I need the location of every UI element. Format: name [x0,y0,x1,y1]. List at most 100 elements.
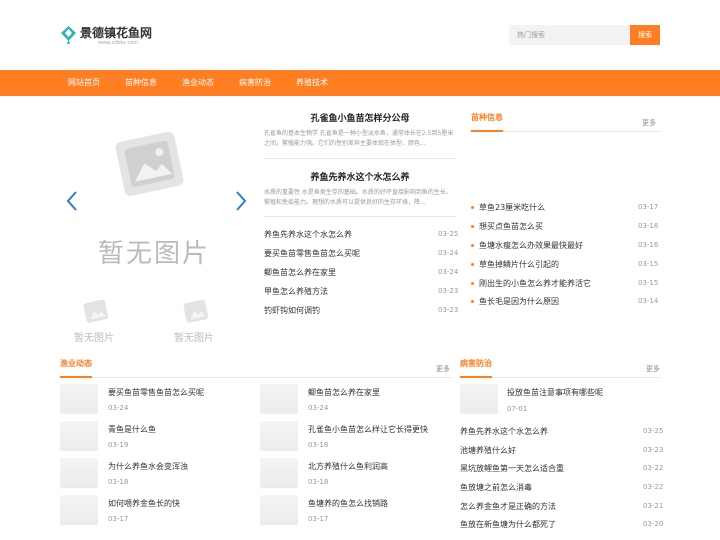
divider [264,216,456,217]
miao-item[interactable]: 鱼长毛是因为什么原因 [479,296,629,307]
yuye-item[interactable]: 孔雀鱼小鱼苗怎么样让它长得更快 [308,424,452,435]
bing-date: 03-22 [643,464,664,472]
bing-date: 03-20 [643,520,664,528]
miao-date: 03-14 [638,297,659,305]
section-underline [460,376,492,378]
center-list-date: 03-23 [438,287,459,295]
yuye-date: 03-18 [308,441,329,449]
bing-item[interactable]: 养鱼先养水这个水怎么养 [460,426,630,437]
yuye-date: 03-19 [108,441,129,449]
bing-date: 03-23 [643,446,664,454]
bing-item[interactable]: 鱼放在新鱼塘为什么都死了 [460,519,630,530]
miao-item[interactable]: 草鱼23厘米吃什么 [479,202,629,213]
bing-date: 03-25 [643,427,664,435]
news-thumbnail[interactable] [260,384,298,414]
news-thumbnail[interactable] [460,384,498,414]
divider [60,377,452,378]
section-title-binghai[interactable]: 病害防治 [460,358,492,369]
miao-date: 03-16 [638,222,659,230]
site-logo-title[interactable]: 景德镇花鱼网 [80,24,152,41]
yuye-item[interactable]: 如何喂养金鱼长的快 [108,498,248,509]
more-link[interactable]: 更多 [436,364,450,374]
more-link[interactable]: 更多 [642,118,656,128]
center-list-item[interactable]: 鲫鱼苗怎么养在家里 [264,267,424,278]
featured-summary-2: 水质的重要性 水是鱼类生存的基础。水质的好坏直接影响到鱼的生长、繁殖和免疫能力。… [264,189,452,206]
section-underline [471,130,503,132]
thumb-placeholder-text: 暂无图片 [74,333,114,344]
slider-prev-icon[interactable] [66,190,78,212]
thumb-placeholder-text: 暂无图片 [174,333,214,344]
nav-yuye[interactable]: 渔业动态 [182,70,214,96]
search-button[interactable]: 搜索 [630,25,660,45]
miao-item[interactable]: 刚出生的小鱼怎么养才能养活它 [479,278,629,289]
more-link[interactable]: 更多 [646,364,660,374]
miao-date: 03-15 [638,260,659,268]
placeholder-image-icon [183,299,209,323]
featured-summary-1: 孔雀鱼的基本生物学 孔雀鱼是一种小型淡水鱼，通常体长在2.5到5厘米之间。繁殖能… [264,130,454,147]
yuye-item[interactable]: 鲫鱼苗怎么养在家里 [308,387,452,398]
slider-thumb-1[interactable]: 暂无图片 [60,296,140,344]
featured-title-2[interactable]: 养鱼先养水这个水怎么养 [264,170,456,183]
bing-date: 03-21 [643,502,664,510]
nav-miaozhong[interactable]: 苗种信息 [125,70,157,96]
bing-item[interactable]: 黑坑放鲤鱼第一天怎么适合重 [460,463,630,474]
miao-date: 03-16 [638,241,659,249]
bullet-icon [471,282,474,285]
center-list-date: 03-24 [438,268,459,276]
logo-icon[interactable] [60,25,77,45]
center-list-date: 03-24 [438,249,459,257]
placeholder-image-icon [115,131,184,196]
center-list-item[interactable]: 养鱼先养水这个水怎么养 [264,229,424,240]
miao-item[interactable]: 想买点鱼苗怎么买 [479,221,629,232]
nav-binghai[interactable]: 病害防治 [239,70,271,96]
center-list-item[interactable]: 要买鱼苗零售鱼苗怎么买呢 [264,248,424,259]
featured-title-1[interactable]: 孔雀鱼小鱼苗怎样分公母 [264,111,456,124]
yuye-date: 03-18 [108,478,129,486]
miao-item[interactable]: 鱼塘水瘦怎么办效果最快最好 [479,240,629,251]
bullet-icon [471,263,474,266]
miao-item[interactable]: 草鱼掉鳞片什么引起的 [479,259,629,270]
yuye-date: 03-17 [308,515,329,523]
yuye-date: 03-18 [308,478,329,486]
news-thumbnail[interactable] [260,421,298,451]
search-input[interactable] [509,25,630,45]
nav-home[interactable]: 网站首页 [68,70,100,96]
bing-date: 03-22 [643,483,664,491]
miao-date: 03-15 [638,279,659,287]
main-nav [0,70,720,96]
placeholder-image-icon [83,299,109,323]
slider-next-icon[interactable] [235,190,247,212]
nav-yangzhi[interactable]: 养殖技术 [296,70,328,96]
divider [264,158,456,159]
news-thumbnail[interactable] [260,495,298,525]
news-thumbnail[interactable] [60,384,98,414]
bullet-icon [471,244,474,247]
slider-thumb-2[interactable]: 暂无图片 [160,296,240,344]
miao-date: 03-17 [638,203,659,211]
bing-item[interactable]: 鱼放塘之前怎么消毒 [460,482,630,493]
yuye-date: 03-17 [108,515,129,523]
news-thumbnail[interactable] [60,458,98,488]
bing-top-item[interactable]: 投放鱼苗注意事项有哪些呢 [507,387,657,398]
yuye-item[interactable]: 青鱼是什么鱼 [108,424,248,435]
yuye-item[interactable]: 鱼塘养的鱼怎么找销路 [308,498,452,509]
section-title-miaozhong[interactable]: 苗种信息 [471,112,503,123]
news-thumbnail[interactable] [60,421,98,451]
yuye-date: 03-24 [108,404,129,412]
section-underline [60,376,92,378]
yuye-item[interactable]: 为什么养鱼水会变浑浊 [108,461,248,472]
news-thumbnail[interactable] [260,458,298,488]
news-thumbnail[interactable] [60,495,98,525]
bullet-icon [471,206,474,209]
bing-item[interactable]: 池塘养殖什么好 [460,445,630,456]
bing-item[interactable]: 怎么养金鱼才是正确的方法 [460,501,630,512]
center-list-item[interactable]: 甲鱼怎么养殖方法 [264,286,424,297]
placeholder-text: 暂无图片 [98,239,211,269]
section-title-yuye[interactable]: 渔业动态 [60,358,92,369]
yuye-item[interactable]: 要买鱼苗零售鱼苗怎么买呢 [108,387,248,398]
yuye-item[interactable]: 北方养殖什么鱼利润高 [308,461,452,472]
bullet-icon [471,225,474,228]
image-slider[interactable]: 暂无图片 [60,105,254,290]
center-list-item[interactable]: 钓虾钩如何调钓 [264,305,424,316]
bing-top-date: 07-01 [507,405,528,413]
